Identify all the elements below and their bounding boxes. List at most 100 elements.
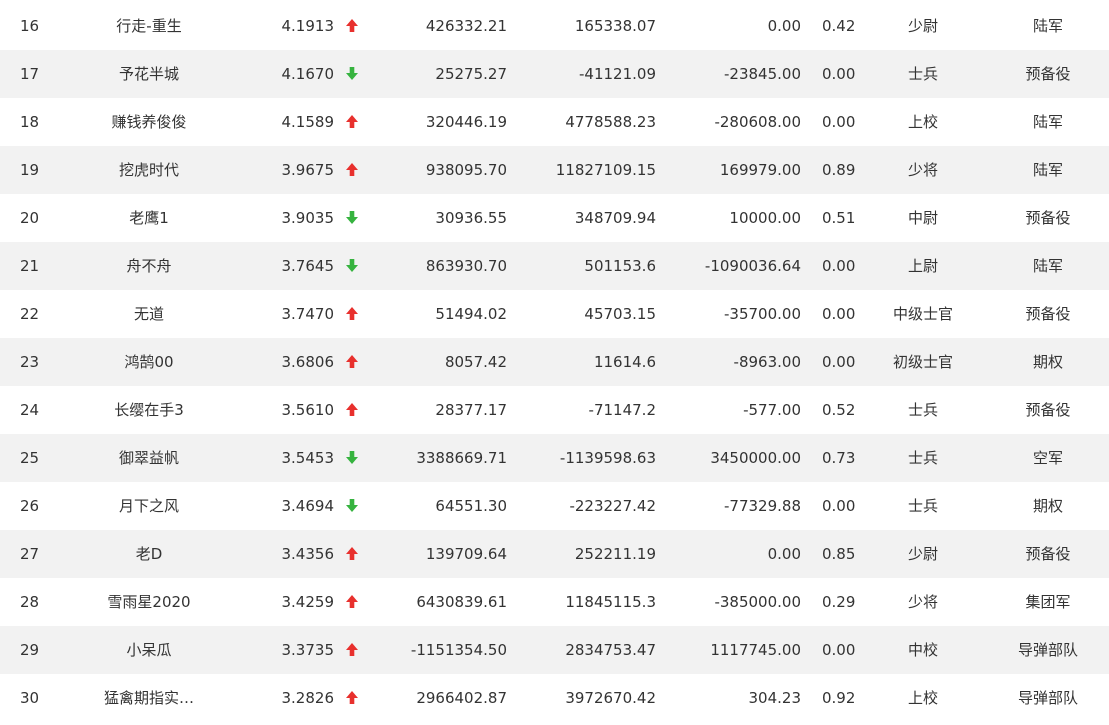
rank-cell: 20 bbox=[20, 209, 40, 227]
name-cell[interactable]: 御翠益帆 bbox=[89, 434, 209, 482]
group-cell: 集团军 bbox=[1025, 593, 1071, 611]
arrow-down-icon bbox=[346, 67, 358, 80]
value-2-cell: 348709.94 bbox=[574, 209, 656, 227]
name-cell[interactable]: 予花半城 bbox=[89, 50, 209, 98]
name-cell[interactable]: 挖虎时代 bbox=[89, 146, 209, 194]
table-row[interactable]: 28 雪雨星2020 3.4259 6430839.61 11845115.3 … bbox=[0, 578, 1109, 626]
value-3-cell: -385000.00 bbox=[714, 593, 801, 611]
military-rank-cell: 士兵 bbox=[907, 401, 938, 419]
name-cell[interactable]: 舟不舟 bbox=[89, 242, 209, 290]
score-cell: 3.3735 bbox=[281, 641, 335, 659]
name-cell[interactable]: 行走-重生 bbox=[89, 2, 209, 50]
value-1-cell: 25275.27 bbox=[435, 65, 507, 83]
table-row[interactable]: 24 长缨在手3 3.5610 28377.17 -71147.2 -577.0… bbox=[0, 386, 1109, 434]
trend-down-icon bbox=[345, 50, 359, 98]
arrow-down-icon bbox=[346, 211, 358, 224]
ratio-cell: 0.92 bbox=[822, 689, 856, 707]
arrow-up-icon bbox=[346, 307, 358, 320]
rank-cell: 17 bbox=[20, 65, 40, 83]
value-1-cell: 6430839.61 bbox=[416, 593, 507, 611]
score-cell: 3.5453 bbox=[281, 449, 335, 467]
rank-cell: 23 bbox=[20, 353, 40, 371]
table-row[interactable]: 26 月下之风 3.4694 64551.30 -223227.42 -7732… bbox=[0, 482, 1109, 530]
military-rank-cell: 少尉 bbox=[907, 17, 938, 35]
value-3-cell: 304.23 bbox=[748, 689, 802, 707]
name-cell[interactable]: 鸿鹄00 bbox=[89, 338, 209, 386]
value-1-cell: 64551.30 bbox=[435, 497, 507, 515]
military-rank-cell: 士兵 bbox=[907, 65, 938, 83]
arrow-up-icon bbox=[346, 595, 358, 608]
group-cell: 陆军 bbox=[1032, 113, 1063, 131]
ratio-cell: 0.00 bbox=[822, 305, 856, 323]
table-row[interactable]: 21 舟不舟 3.7645 863930.70 501153.6 -109003… bbox=[0, 242, 1109, 290]
arrow-down-icon bbox=[346, 451, 358, 464]
score-cell: 3.9675 bbox=[281, 161, 335, 179]
trend-down-icon bbox=[345, 482, 359, 530]
value-1-cell: 3388669.71 bbox=[416, 449, 507, 467]
ratio-cell: 0.00 bbox=[822, 257, 856, 275]
table-row[interactable]: 29 小呆瓜 3.3735 -1151354.50 2834753.47 111… bbox=[0, 626, 1109, 674]
table-row[interactable]: 23 鸿鹄00 3.6806 8057.42 11614.6 -8963.00 … bbox=[0, 338, 1109, 386]
ratio-cell: 0.00 bbox=[822, 353, 856, 371]
name-cell[interactable]: 小呆瓜 bbox=[89, 626, 209, 674]
military-rank-cell: 上校 bbox=[907, 113, 938, 131]
score-cell: 3.7645 bbox=[281, 257, 335, 275]
name-cell[interactable]: 无道 bbox=[89, 290, 209, 338]
score-cell: 3.4356 bbox=[281, 545, 335, 563]
score-cell: 3.4694 bbox=[281, 497, 335, 515]
value-3-cell: -77329.88 bbox=[724, 497, 801, 515]
name-cell[interactable]: 老D bbox=[89, 530, 209, 578]
trend-up-icon bbox=[345, 290, 359, 338]
trend-up-icon bbox=[345, 386, 359, 434]
arrow-down-icon bbox=[346, 259, 358, 272]
score-cell: 3.2826 bbox=[281, 689, 335, 707]
value-3-cell: 3450000.00 bbox=[710, 449, 801, 467]
table-row[interactable]: 19 挖虎时代 3.9675 938095.70 11827109.15 169… bbox=[0, 146, 1109, 194]
table-row[interactable]: 27 老D 3.4356 139709.64 252211.19 0.00 0.… bbox=[0, 530, 1109, 578]
military-rank-cell: 上校 bbox=[907, 689, 938, 707]
military-rank-cell: 初级士官 bbox=[892, 353, 953, 371]
name-cell[interactable]: 月下之风 bbox=[89, 482, 209, 530]
group-cell: 陆军 bbox=[1032, 257, 1063, 275]
rank-cell: 27 bbox=[20, 545, 40, 563]
rank-cell: 25 bbox=[20, 449, 40, 467]
table-row[interactable]: 18 赚钱养俊俊 4.1589 320446.19 4778588.23 -28… bbox=[0, 98, 1109, 146]
name-cell[interactable]: 赚钱养俊俊 bbox=[89, 98, 209, 146]
arrow-up-icon bbox=[346, 691, 358, 704]
table-row[interactable]: 17 予花半城 4.1670 25275.27 -41121.09 -23845… bbox=[0, 50, 1109, 98]
trend-up-icon bbox=[345, 146, 359, 194]
score-cell: 3.6806 bbox=[281, 353, 335, 371]
value-2-cell: 252211.19 bbox=[574, 545, 656, 563]
score-cell: 3.7470 bbox=[281, 305, 335, 323]
value-1-cell: 2966402.87 bbox=[416, 689, 507, 707]
value-3-cell: 0.00 bbox=[767, 545, 801, 563]
name-cell[interactable]: 老鹰1 bbox=[89, 194, 209, 242]
table-row[interactable]: 30 猛禽期指实… 3.2826 2966402.87 3972670.42 3… bbox=[0, 674, 1109, 722]
arrow-up-icon bbox=[346, 355, 358, 368]
table-row[interactable]: 25 御翠益帆 3.5453 3388669.71 -1139598.63 34… bbox=[0, 434, 1109, 482]
name-cell[interactable]: 雪雨星2020 bbox=[89, 578, 209, 626]
trend-down-icon bbox=[345, 242, 359, 290]
score-cell: 4.1589 bbox=[281, 113, 335, 131]
arrow-up-icon bbox=[346, 115, 358, 128]
value-3-cell: -577.00 bbox=[743, 401, 801, 419]
ratio-cell: 0.89 bbox=[822, 161, 856, 179]
group-cell: 期权 bbox=[1032, 353, 1063, 371]
table-row[interactable]: 20 老鹰1 3.9035 30936.55 348709.94 10000.0… bbox=[0, 194, 1109, 242]
group-cell: 陆军 bbox=[1032, 17, 1063, 35]
value-1-cell: 938095.70 bbox=[425, 161, 507, 179]
arrow-up-icon bbox=[346, 547, 358, 560]
value-1-cell: 320446.19 bbox=[425, 113, 507, 131]
table-row[interactable]: 16 行走-重生 4.1913 426332.21 165338.07 0.00… bbox=[0, 2, 1109, 50]
value-3-cell: 169979.00 bbox=[719, 161, 801, 179]
group-cell: 预备役 bbox=[1025, 305, 1071, 323]
value-3-cell: 0.00 bbox=[767, 17, 801, 35]
arrow-up-icon bbox=[346, 163, 358, 176]
name-cell[interactable]: 猛禽期指实… bbox=[89, 674, 209, 722]
value-2-cell: -41121.09 bbox=[579, 65, 656, 83]
value-2-cell: 165338.07 bbox=[574, 17, 656, 35]
table-row[interactable]: 22 无道 3.7470 51494.02 45703.15 -35700.00… bbox=[0, 290, 1109, 338]
name-cell[interactable]: 长缨在手3 bbox=[89, 386, 209, 434]
rank-cell: 16 bbox=[20, 17, 40, 35]
military-rank-cell: 中级士官 bbox=[892, 305, 953, 323]
